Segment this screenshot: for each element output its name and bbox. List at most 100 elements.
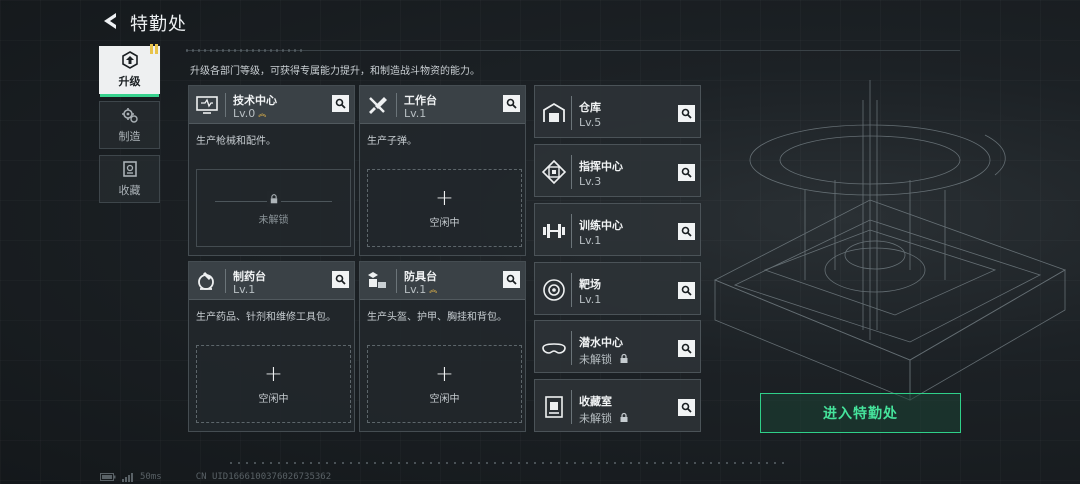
display-case-icon (545, 396, 563, 418)
facility-name: 训练中心 (579, 219, 623, 232)
facility-warehouse[interactable]: 仓库 Lv.5 (534, 85, 701, 138)
magnifier-icon (681, 167, 692, 178)
manufacture-icon (121, 108, 138, 123)
facility-training-center[interactable]: 训练中心 Lv.1 (534, 203, 701, 256)
magnifier-icon (506, 98, 517, 109)
facility-level: 未解锁 (579, 351, 629, 367)
facility-name: 靶场 (579, 278, 601, 291)
department-card-armor-bench[interactable]: 防具台 Lv.1 ︽ 生产头盔、护甲、胸挂和背包。 + 空闲中 (359, 261, 526, 432)
section-description: 升级各部门等级，可获得专属能力提升，和制造战斗物资的能力。 (190, 66, 480, 77)
department-level: Lv.0 ︽ (233, 107, 266, 120)
battery-icon (100, 473, 116, 481)
inspect-button[interactable] (503, 95, 520, 112)
magnifier-icon (335, 274, 346, 285)
page-title: 特勤处 (130, 14, 187, 35)
department-name: 制药台 (233, 270, 266, 283)
facility-command-center[interactable]: 指挥中心 Lv.3 (534, 144, 701, 197)
ping-text: 50ms (140, 472, 162, 482)
card-divider (396, 93, 397, 117)
inspect-button[interactable] (503, 271, 520, 288)
magnifier-icon (681, 285, 692, 296)
department-level: Lv.1 (404, 107, 426, 120)
card-divider (225, 93, 226, 117)
warehouse-icon (543, 102, 565, 122)
department-level: Lv.1 (233, 283, 255, 296)
header-divider-dots (186, 49, 306, 52)
slot-status: 未解锁 (258, 214, 289, 226)
diving-mask-icon (542, 343, 566, 354)
tab-manufacture[interactable]: 制造 (99, 101, 160, 149)
facility-shooting-range[interactable]: 靶场 Lv.1 (534, 262, 701, 315)
facility-name: 潜水中心 (579, 336, 623, 349)
department-card-workbench[interactable]: 工作台 Lv.1 生产子弹。 + 空闲中 (359, 85, 526, 256)
lock-icon (620, 412, 627, 422)
level-text: Lv.1 (233, 283, 256, 296)
facility-divider (571, 331, 572, 365)
status-footer: 50ms CN UID1666100376026735362 (100, 472, 331, 482)
tech-center-icon (196, 96, 218, 114)
plus-icon: + (264, 361, 283, 387)
plus-icon: + (435, 185, 454, 211)
card-divider (225, 269, 226, 293)
card-header: 防具台 Lv.1 ︽ (360, 262, 525, 300)
upgrade-available-icon: ︽ (258, 109, 267, 118)
slot-status: 空闲中 (429, 393, 460, 405)
department-level: Lv.1 ︽ (404, 283, 437, 296)
production-slot-locked[interactable]: 未解锁 (196, 169, 351, 247)
inspect-button[interactable] (678, 282, 695, 299)
facility-divider (571, 214, 572, 248)
department-name: 防具台 (404, 270, 437, 283)
lock-icon (266, 190, 281, 207)
facility-name: 收藏室 (579, 395, 612, 408)
inspect-button[interactable] (332, 271, 349, 288)
magnifier-icon (681, 402, 692, 413)
facility-level: Lv.1 (579, 234, 602, 247)
tab-upgrade-label: 升级 (118, 75, 141, 88)
facility-locked-text: 未解锁 (579, 353, 612, 366)
target-icon (543, 279, 565, 301)
lock-icon (620, 353, 627, 363)
facility-diving-center[interactable]: 潜水中心 未解锁 (534, 320, 701, 373)
slot-status: 空闲中 (258, 393, 289, 405)
production-slot-idle[interactable]: + 空闲中 (367, 345, 522, 423)
production-slot-idle[interactable]: + 空闲中 (196, 345, 351, 423)
tab-collection[interactable]: 收藏 (99, 155, 160, 203)
notification-badge (150, 44, 160, 54)
tab-upgrade[interactable]: 升级 (99, 44, 160, 97)
inspect-button[interactable] (678, 164, 695, 181)
department-description: 生产子弹。 (367, 136, 417, 147)
production-slot-idle[interactable]: + 空闲中 (367, 169, 522, 247)
pharmacy-icon (198, 271, 214, 290)
facility-level: Lv.5 (579, 116, 602, 129)
armor-bench-icon (368, 272, 386, 288)
upgrade-available-icon: ︽ (429, 285, 438, 294)
base-wireframe-illustration (714, 80, 1066, 401)
facility-level: Lv.1 (579, 293, 602, 306)
department-description: 生产枪械和配件。 (196, 136, 276, 147)
back-arrow-icon[interactable] (100, 10, 122, 32)
enter-special-ops-button[interactable]: 进入特勤处 (760, 393, 961, 433)
level-text: Lv.0 (233, 107, 256, 120)
tab-manufacture-label: 制造 (118, 130, 141, 143)
inspect-button[interactable] (678, 340, 695, 357)
facility-divider (571, 390, 572, 424)
magnifier-icon (681, 343, 692, 354)
slot-status: 空闲中 (429, 217, 460, 229)
facility-collection-room[interactable]: 收藏室 未解锁 (534, 379, 701, 432)
inspect-button[interactable] (678, 223, 695, 240)
magnifier-icon (681, 226, 692, 237)
department-description: 生产头盔、护甲、胸挂和背包。 (367, 312, 507, 323)
department-card-pharmacy[interactable]: 制药台 Lv.1 生产药品、针剂和维修工具包。 + 空闲中 (188, 261, 355, 432)
department-card-tech-center[interactable]: 技术中心 Lv.0 ︽ 生产枪械和配件。 未解锁 (188, 85, 355, 256)
inspect-button[interactable] (678, 105, 695, 122)
inspect-button[interactable] (678, 399, 695, 416)
facility-divider (571, 273, 572, 307)
facility-name: 指挥中心 (579, 160, 623, 173)
magnifier-icon (506, 274, 517, 285)
facility-locked-text: 未解锁 (579, 412, 612, 425)
inspect-button[interactable] (332, 95, 349, 112)
signal-icon (122, 472, 133, 482)
level-text: Lv.1 (404, 283, 427, 296)
footer-divider-dots (230, 462, 790, 464)
department-description: 生产药品、针剂和维修工具包。 (196, 312, 336, 323)
